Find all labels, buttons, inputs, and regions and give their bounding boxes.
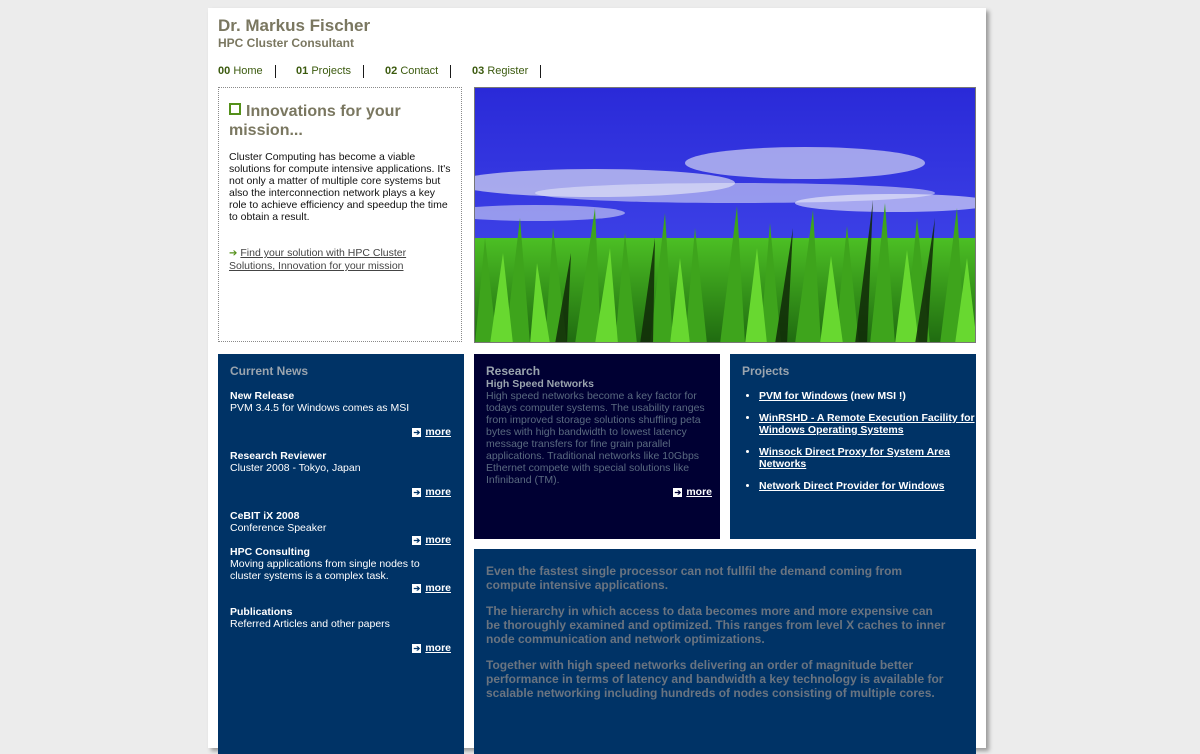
more-arrow-icon: ➔ bbox=[412, 428, 422, 437]
news-text: Referred Articles and other papers bbox=[230, 618, 390, 630]
info-paragraph: Even the fastest single processor can no… bbox=[486, 564, 903, 592]
more-label: more bbox=[425, 486, 451, 498]
news-title: HPC Consulting bbox=[230, 546, 310, 558]
nav-item-contact[interactable]: 02 Contact bbox=[385, 65, 452, 78]
page-container: Dr. Markus Fischer HPC Cluster Consultan… bbox=[208, 8, 986, 754]
intro-body: Cluster Computing has become a viable so… bbox=[229, 151, 451, 223]
info-paragraph: Together with high speed networks delive… bbox=[486, 658, 944, 700]
project-link[interactable]: PVM for Windows bbox=[759, 390, 848, 402]
more-link[interactable]: ➔ more bbox=[412, 534, 451, 546]
green-square-icon bbox=[229, 103, 241, 115]
project-item: Winsock Direct Proxy for System Area Net… bbox=[759, 446, 981, 470]
news-item: HPC Consulting Moving applications from … bbox=[230, 546, 452, 582]
news-text: Cluster 2008 - Tokyo, Japan bbox=[230, 462, 361, 474]
project-link[interactable]: Network Direct Provider for Windows bbox=[759, 480, 944, 492]
more-label: more bbox=[686, 486, 712, 498]
more-label: more bbox=[425, 642, 451, 654]
more-label: more bbox=[425, 582, 451, 594]
nav-item-register[interactable]: 03 Register bbox=[472, 65, 542, 78]
news-title: Publications bbox=[230, 606, 293, 618]
projects-panel: Projects PVM for Windows (new MSI !) Win… bbox=[730, 354, 976, 539]
news-panel: Current News New Release PVM 3.4.5 for W… bbox=[218, 354, 464, 754]
more-label: more bbox=[425, 426, 451, 438]
more-link[interactable]: ➔ more bbox=[673, 486, 712, 498]
nav-label: Home bbox=[233, 65, 263, 77]
nav-item-home[interactable]: 00 Home bbox=[218, 65, 276, 78]
projects-list: PVM for Windows (new MSI !) WinRSHD - A … bbox=[742, 390, 981, 502]
news-text: PVM 3.4.5 for Windows comes as MSI bbox=[230, 402, 410, 414]
research-heading: Research bbox=[486, 364, 541, 378]
more-label: more bbox=[425, 534, 451, 546]
more-arrow-icon: ➔ bbox=[412, 584, 422, 593]
nav-label: Projects bbox=[311, 65, 352, 77]
project-item: PVM for Windows (new MSI !) bbox=[759, 390, 981, 402]
news-item: Publications Referred Articles and other… bbox=[230, 606, 452, 630]
nav-num: 03 bbox=[472, 65, 485, 77]
news-text: Conference Speaker bbox=[230, 522, 327, 534]
nav-num: 00 bbox=[218, 65, 231, 77]
more-link[interactable]: ➔ more bbox=[412, 642, 451, 654]
intro-title: Innovations for your mission... bbox=[229, 103, 401, 139]
research-body: High speed networks become a key factor … bbox=[486, 390, 705, 486]
site-role: HPC Cluster Consultant bbox=[218, 36, 355, 50]
more-link[interactable]: ➔ more bbox=[412, 486, 451, 498]
research-subheading: High Speed Networks bbox=[486, 378, 594, 390]
intro-link-wrap: ➔ Find your solution with HPC Cluster Sol… bbox=[229, 247, 455, 272]
nav-num: 01 bbox=[296, 65, 309, 77]
nav-item-projects[interactable]: 01 Projects bbox=[296, 65, 365, 78]
nav-label: Contact bbox=[400, 65, 439, 77]
info-text-panel: Even the fastest single processor can no… bbox=[474, 549, 976, 754]
more-link[interactable]: ➔ more bbox=[412, 582, 451, 594]
project-item: Network Direct Provider for Windows bbox=[759, 480, 981, 492]
project-link[interactable]: WinRSHD - A Remote Execution Facility fo… bbox=[759, 412, 975, 436]
news-heading: Current News bbox=[230, 364, 309, 378]
more-link[interactable]: ➔ more bbox=[412, 426, 451, 438]
more-arrow-icon: ➔ bbox=[412, 536, 422, 545]
more-arrow-icon: ➔ bbox=[412, 644, 422, 653]
info-paragraph: The hierarchy in which access to data be… bbox=[486, 604, 946, 646]
nav-num: 02 bbox=[385, 65, 398, 77]
news-title: New Release bbox=[230, 390, 295, 402]
arrow-right-icon: ➔ bbox=[229, 248, 238, 259]
more-arrow-icon: ➔ bbox=[412, 488, 422, 497]
intro-title-wrap: Innovations for your mission... bbox=[229, 102, 455, 140]
news-title: Research Reviewer bbox=[230, 450, 327, 462]
news-text: Moving applications from single nodes to… bbox=[230, 558, 420, 582]
more-arrow-icon: ➔ bbox=[673, 488, 683, 497]
intro-box: Innovations for your mission... Cluster … bbox=[218, 87, 462, 342]
project-item: WinRSHD - A Remote Execution Facility fo… bbox=[759, 412, 981, 436]
project-link[interactable]: Winsock Direct Proxy for System Area Net… bbox=[759, 446, 950, 470]
hero-image bbox=[474, 87, 976, 343]
news-item: New Release PVM 3.4.5 for Windows comes … bbox=[230, 390, 452, 414]
projects-heading: Projects bbox=[742, 364, 790, 378]
project-suffix: (new MSI !) bbox=[847, 390, 906, 402]
news-item: Research Reviewer Cluster 2008 - Tokyo, … bbox=[230, 450, 452, 474]
grass-sky-illustration bbox=[475, 88, 975, 342]
news-item: CeBIT iX 2008 Conference Speaker bbox=[230, 510, 452, 534]
news-title: CeBIT iX 2008 bbox=[230, 510, 300, 522]
research-panel: Research High Speed Networks High speed … bbox=[474, 354, 720, 539]
nav-label: Register bbox=[487, 65, 529, 77]
intro-link[interactable]: Find your solution with HPC Cluster Solu… bbox=[229, 247, 406, 272]
site-name: Dr. Markus Fischer bbox=[218, 16, 371, 35]
